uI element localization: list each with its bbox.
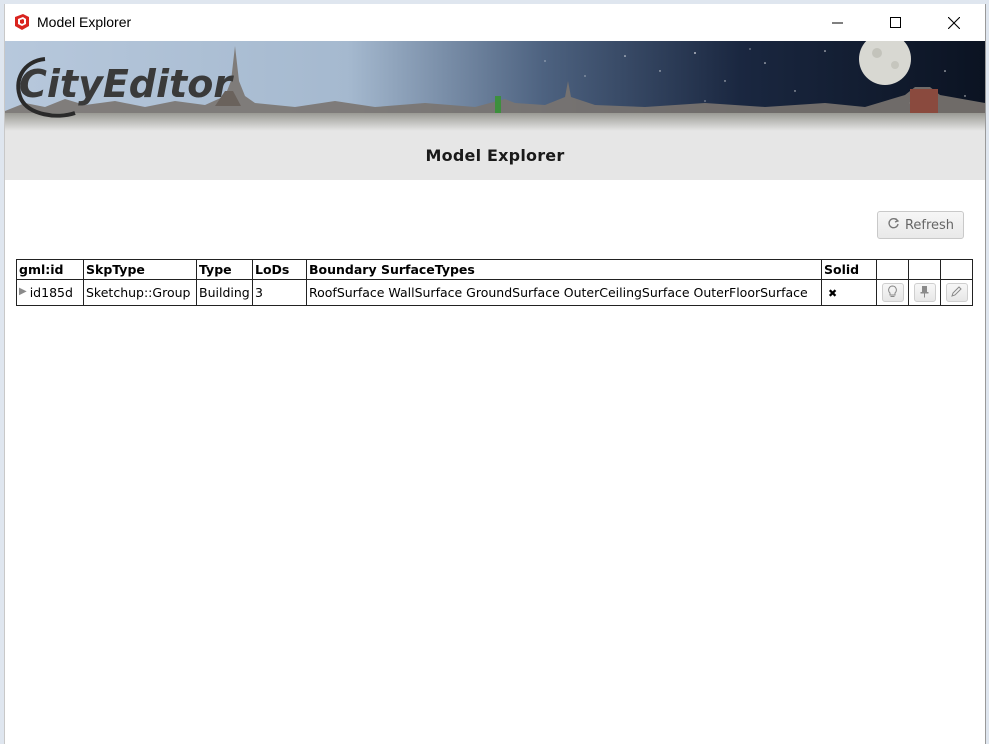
title-bar: Model Explorer xyxy=(5,4,985,41)
maximize-icon xyxy=(890,16,902,29)
pin-button[interactable] xyxy=(913,283,936,302)
column-pin xyxy=(908,259,941,280)
cityeditor-banner: CityEditor xyxy=(5,41,985,131)
skptype-cell: Sketchup::Group xyxy=(83,279,197,306)
column-gml-id[interactable]: gml:id xyxy=(16,259,84,280)
edit-cell xyxy=(940,279,973,306)
model-explorer-window: Model Explorer CityEditor Model Explorer… xyxy=(4,4,986,744)
expand-arrow-icon[interactable]: ▶ xyxy=(19,286,27,297)
minimize-button[interactable] xyxy=(815,4,861,41)
refresh-label: Refresh xyxy=(904,217,955,233)
maximize-button[interactable] xyxy=(873,4,919,41)
column-lods[interactable]: LoDs xyxy=(252,259,307,280)
column-type[interactable]: Type xyxy=(196,259,253,280)
lods-cell: 3 xyxy=(252,279,307,306)
lightbulb-icon xyxy=(887,284,898,301)
solid-cell: ✖ xyxy=(821,279,877,306)
page-title: Model Explorer xyxy=(425,146,565,165)
edit-button[interactable] xyxy=(945,283,968,302)
close-button[interactable] xyxy=(931,4,977,41)
minimize-icon xyxy=(832,17,844,29)
page-header: Model Explorer xyxy=(5,131,985,180)
table-row[interactable]: ▶ id185d Sketchup::Group Building 3 RoofS… xyxy=(16,279,973,306)
refresh-button[interactable]: Refresh xyxy=(877,211,964,239)
column-skptype[interactable]: SkpType xyxy=(83,259,197,280)
pin-cell xyxy=(908,279,941,306)
sketchup-icon xyxy=(13,13,31,31)
column-solid[interactable]: Solid xyxy=(821,259,877,280)
cross-icon: ✖ xyxy=(828,287,838,300)
close-icon xyxy=(948,16,960,29)
highlight-cell xyxy=(876,279,909,306)
window-title: Model Explorer xyxy=(37,14,132,30)
type-cell: Building xyxy=(196,279,253,306)
gml-id-value: id185d xyxy=(29,285,73,300)
refresh-icon xyxy=(887,217,900,234)
column-edit xyxy=(940,259,973,280)
column-highlight xyxy=(876,259,909,280)
highlight-button[interactable] xyxy=(881,283,904,302)
table-header-row: gml:id SkpType Type LoDs Boundary Surfac… xyxy=(16,259,973,280)
model-table: gml:id SkpType Type LoDs Boundary Surfac… xyxy=(16,259,973,306)
pencil-icon xyxy=(951,285,962,300)
column-boundary-surface-types[interactable]: Boundary SurfaceTypes xyxy=(306,259,822,280)
gml-id-cell[interactable]: ▶ id185d xyxy=(16,279,84,306)
boundary-surface-types-cell: RoofSurface WallSurface GroundSurface Ou… xyxy=(306,279,822,306)
cityeditor-logo: CityEditor xyxy=(19,62,234,106)
pin-icon xyxy=(919,285,930,301)
